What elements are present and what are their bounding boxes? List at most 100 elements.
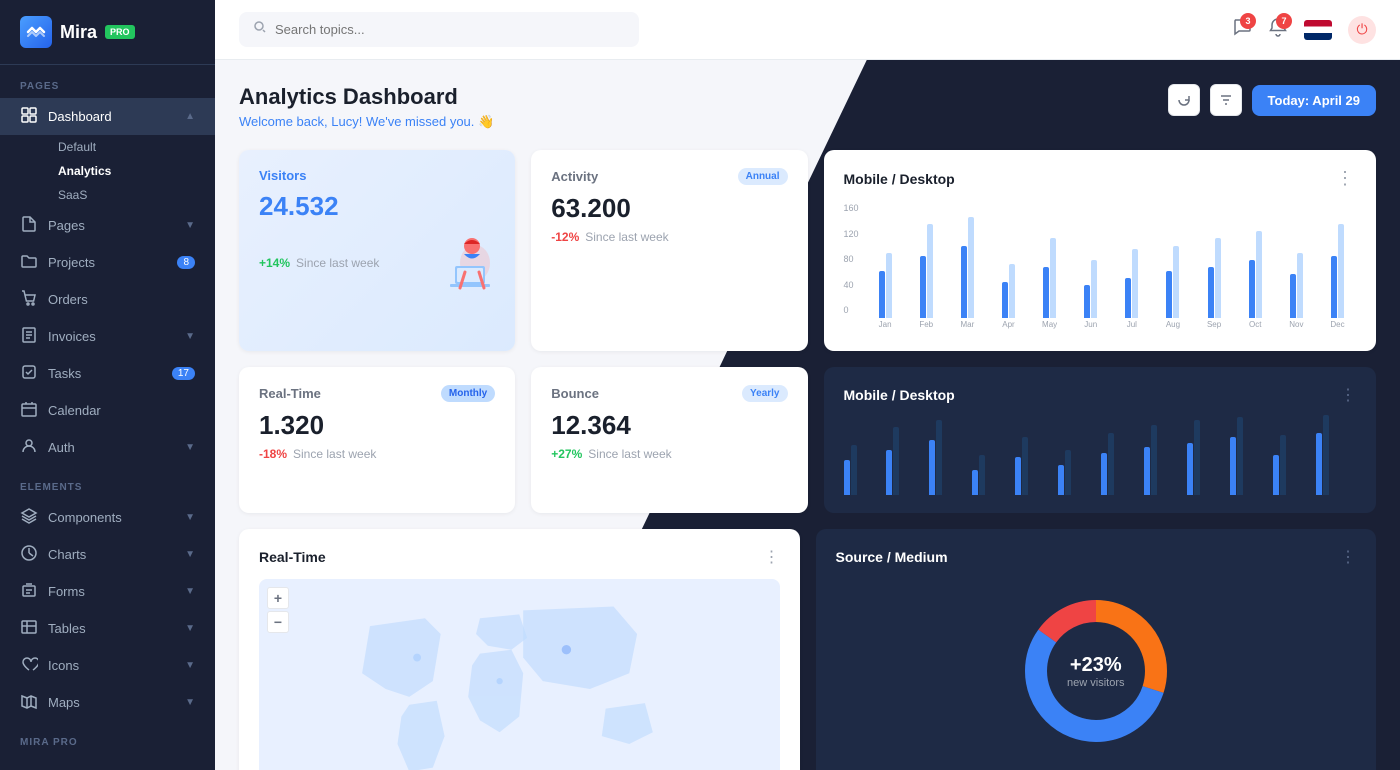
subtitle-prefix: Welcome back, [239, 114, 331, 129]
pages-label: PAGES [0, 65, 215, 98]
sidebar-item-analytics[interactable]: Analytics [48, 159, 215, 183]
activity-label: Activity [551, 169, 598, 184]
sidebar-item-components[interactable]: Components ▼ [0, 499, 215, 536]
sidebar-item-charts[interactable]: Charts ▼ [0, 536, 215, 573]
icons-label: Icons [48, 658, 79, 673]
activity-badge: Annual [738, 168, 788, 185]
donut-center-label: +23% new visitors [1067, 654, 1124, 689]
elements-label: ELEMENTS [0, 466, 215, 499]
topbar: 3 7 ⏻ [215, 0, 1400, 60]
source-more-btn[interactable]: ⋮ [1340, 547, 1356, 567]
realtime-value: 1.320 [259, 410, 495, 441]
chevron-down-icon: ▼ [185, 331, 195, 342]
invoices-label: Invoices [48, 329, 96, 344]
x-axis-labels: Jan Feb Mar Apr May Jun Jul Aug Sep Oc [867, 320, 1356, 329]
sidebar-item-default[interactable]: Default [48, 135, 215, 159]
activity-change-label: Since last week [585, 230, 668, 244]
dashboard-subitems: Default Analytics SaaS [0, 135, 215, 207]
x-label-apr: Apr [990, 320, 1027, 329]
donut-sub: new visitors [1067, 677, 1124, 689]
calendar-icon [20, 400, 38, 421]
refresh-icon-btn[interactable] [1168, 84, 1200, 116]
sidebar-item-icons[interactable]: Icons ▼ [0, 647, 215, 684]
bar-group-sep [1196, 238, 1233, 318]
donut-container: +23% new visitors [836, 581, 1357, 761]
sidebar-item-maps[interactable]: Maps ▼ [0, 684, 215, 721]
bar-jan-desktop [879, 271, 885, 318]
page-header: Analytics Dashboard Welcome back, Lucy! … [239, 84, 1376, 130]
chart-container: 160 120 80 40 0 [844, 203, 1357, 333]
mobile-desktop-more-btn[interactable]: ⋮ [1336, 168, 1356, 189]
y-label-0: 0 [844, 305, 859, 315]
realtime-change-label: Since last week [293, 447, 376, 461]
bar-apr-desktop [1002, 282, 1008, 318]
source-medium-card: Source / Medium ⋮ [816, 529, 1377, 770]
sidebar-item-calendar[interactable]: Calendar [0, 392, 215, 429]
chevron-down-icon: ▼ [185, 442, 195, 453]
search-box[interactable] [239, 12, 639, 47]
bounce-change-pct: +27% [551, 447, 582, 461]
today-button[interactable]: Today: April 29 [1252, 85, 1376, 116]
bar-group-nov [1278, 253, 1315, 318]
default-label: Default [58, 140, 96, 154]
bounce-change-label: Since last week [588, 447, 671, 461]
sidebar-item-auth[interactable]: Auth ▼ [0, 429, 215, 466]
chevron-down-icon: ▼ [185, 549, 195, 560]
bar-sep-desktop [1208, 267, 1214, 318]
search-input[interactable] [275, 22, 625, 37]
bell-icon-btn[interactable]: 7 [1268, 17, 1288, 42]
y-label-80: 80 [844, 254, 859, 264]
sidebar-item-forms[interactable]: Forms ▼ [0, 573, 215, 610]
mobile-desktop-card: Mobile / Desktop ⋮ 160 120 80 40 0 [824, 150, 1377, 351]
realtime-map-title: Real-Time [259, 549, 326, 565]
bar-feb-desktop [920, 256, 926, 318]
bar-jan-mobile [886, 253, 892, 318]
x-label-aug: Aug [1154, 320, 1191, 329]
grid-icon [20, 106, 38, 127]
bar-dec-mobile [1338, 224, 1344, 318]
dark-chart-more-btn[interactable]: ⋮ [1340, 385, 1356, 405]
bar-feb-mobile [927, 224, 933, 318]
sidebar-item-tasks[interactable]: Tasks 17 [0, 355, 215, 392]
subtitle-name: Lucy [331, 114, 358, 129]
bar-mar-mobile [968, 217, 974, 318]
pro-badge: PRO [105, 25, 135, 39]
activity-value: 63.200 [551, 193, 787, 224]
flag-icon[interactable] [1304, 20, 1332, 40]
sidebar-item-invoices[interactable]: Invoices ▼ [0, 318, 215, 355]
bar-apr-mobile [1009, 264, 1015, 318]
mobile-desktop-title: Mobile / Desktop [844, 171, 955, 187]
activity-change-pct: -12% [551, 230, 579, 244]
activity-change: -12% Since last week [551, 230, 787, 244]
sidebar-item-pages[interactable]: Pages ▼ [0, 207, 215, 244]
sidebar-item-saas[interactable]: SaaS [48, 183, 215, 207]
source-title: Source / Medium [836, 549, 948, 565]
chat-icon-btn[interactable]: 3 [1232, 17, 1252, 42]
sidebar-item-dashboard[interactable]: Dashboard ▲ [0, 98, 215, 135]
x-label-dec: Dec [1319, 320, 1356, 329]
component-icon [20, 507, 38, 528]
power-button[interactable]: ⏻ [1348, 16, 1376, 44]
sidebar-item-projects[interactable]: Projects 8 [0, 244, 215, 281]
realtime-map-more-btn[interactable]: ⋮ [764, 547, 780, 567]
filter-icon-btn[interactable] [1210, 84, 1242, 116]
activity-card: Activity Annual 63.200 -12% Since last w… [531, 150, 807, 351]
bar-group-dec [1319, 224, 1356, 318]
sidebar-item-orders[interactable]: Orders [0, 281, 215, 318]
sidebar-item-tables[interactable]: Tables ▼ [0, 610, 215, 647]
realtime-badge: Monthly [441, 385, 495, 402]
bar-chart-area: Jan Feb Mar Apr May Jun Jul Aug Sep Oc [867, 203, 1356, 333]
dark-chart-title: Mobile / Desktop [844, 387, 955, 403]
bar-sep-mobile [1215, 238, 1221, 318]
visitors-change-label: Since last week [296, 256, 379, 270]
visitors-change: +14% Since last week [259, 256, 379, 270]
header-actions: Today: April 29 [1168, 84, 1376, 116]
bounce-label: Bounce [551, 386, 599, 401]
main-wrapper: 3 7 ⏻ Analytics Dashboard [215, 0, 1400, 770]
bounce-value: 12.364 [551, 410, 787, 441]
chevron-down-icon: ▼ [185, 660, 195, 671]
chevron-down-icon: ▼ [185, 512, 195, 523]
world-map-svg [259, 579, 780, 770]
visitors-change-pct: +14% [259, 256, 290, 270]
x-label-mar: Mar [949, 320, 986, 329]
